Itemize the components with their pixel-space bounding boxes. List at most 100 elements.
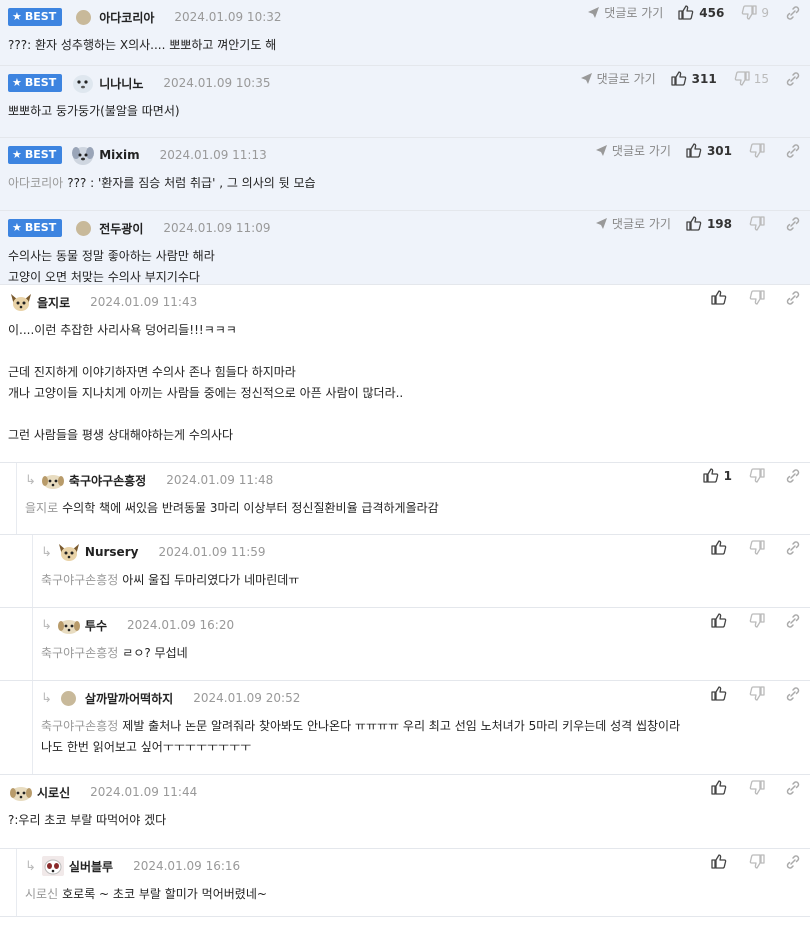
avatar[interactable] (8, 781, 34, 803)
comment-line: 개나 고양이들 지나치게 아끼는 사람들 중에는 정신적으로 아픈 사람이 많더… (8, 383, 800, 404)
copy-link-button[interactable] (785, 468, 800, 483)
comment-date: 2024.01.09 10:32 (174, 10, 282, 24)
reply-target-nick[interactable]: 아다코리아 (8, 176, 63, 190)
seal-avatar (73, 75, 94, 93)
reply-target-nick[interactable]: 시로신 (25, 887, 58, 901)
nickname[interactable]: 니나니노 (99, 75, 143, 92)
upvote-button[interactable] (710, 289, 732, 306)
reply-target-nick[interactable]: 축구야구손흥정 (41, 573, 118, 587)
copy-link-button[interactable] (785, 216, 800, 231)
copy-link-button[interactable] (785, 780, 800, 795)
send-icon (588, 7, 600, 18)
comment-header: ↳ Nursery 2024.01.09 11:59 (41, 542, 266, 562)
comment-body: 축구야구손흥정 ㄹㅇ? 무섭네 (41, 643, 800, 664)
best-comment: ★ BEST 니나니노 2024.01.09 10:35 댓글로 가기 311 15 뽀뽀하고… (0, 66, 810, 138)
goto-comment-link[interactable]: 댓글로 가기 (580, 70, 656, 87)
downvote-button[interactable] (748, 289, 769, 306)
comment-date: 2024.01.09 16:16 (133, 859, 241, 873)
reply-comment: ↳ Nursery 2024.01.09 11:59 축구야구손흥정 아씨 울집 두마리… (0, 535, 810, 608)
dot-avatar (61, 690, 77, 706)
reply-target-nick[interactable]: 축구야구손흥정 (41, 646, 118, 660)
comment-text: ??? : '환자를 짐승 처럼 취급' , 그 의사의 뒷 모습 (67, 176, 316, 190)
comment-actions: 1 (702, 467, 800, 484)
link-icon (786, 614, 800, 628)
reply-target-nick[interactable]: 을지로 (25, 501, 58, 515)
copy-link-button[interactable] (785, 143, 800, 158)
upvote-button[interactable] (710, 539, 732, 556)
nickname[interactable]: 투수 (85, 617, 107, 634)
goto-comment-link[interactable]: 댓글로 가기 (587, 4, 663, 21)
downvote-button[interactable] (748, 215, 769, 232)
downvote-button[interactable] (748, 142, 769, 159)
upvote-button[interactable] (710, 779, 732, 796)
comment-line (8, 341, 800, 362)
avatar[interactable] (56, 614, 82, 636)
upvote-button[interactable] (710, 853, 732, 870)
best-badge: ★ BEST (8, 146, 63, 164)
nickname[interactable]: 축구야구손흥정 (69, 472, 146, 489)
copy-link-button[interactable] (785, 686, 800, 701)
downvote-button[interactable] (748, 612, 769, 629)
reply-target-nick[interactable]: 축구야구손흥정 (41, 719, 118, 733)
comment-line: ???: 환자 성추행하는 X의사.... 뽀뽀하고 껴안기도 해 (8, 35, 800, 56)
comment-header: 을지로 2024.01.09 11:43 (8, 292, 197, 312)
downvote-button[interactable]: 15 (733, 70, 769, 87)
avatar[interactable] (40, 855, 66, 877)
downvote-button[interactable] (748, 539, 769, 556)
copy-link-button[interactable] (785, 540, 800, 555)
downvote-button[interactable]: 9 (740, 4, 769, 21)
thumbs-up-icon (686, 216, 702, 231)
comment-actions (710, 612, 800, 629)
comment-actions: 댓글로 가기 311 15 (580, 70, 800, 87)
comment-line: 시로신 호로록 ~ 초코 부랄 할미가 먹어버렸네~ (25, 884, 800, 905)
avatar[interactable] (70, 217, 96, 239)
copy-link-button[interactable] (785, 290, 800, 305)
upvote-button[interactable] (710, 685, 732, 702)
nickname[interactable]: 을지로 (37, 294, 70, 311)
avatar[interactable] (40, 469, 66, 491)
nickname[interactable]: 아다코리아 (99, 9, 154, 26)
upvote-button[interactable]: 1 (702, 467, 732, 484)
link-icon (786, 291, 800, 305)
downvote-button[interactable] (748, 685, 769, 702)
avatar[interactable] (70, 72, 96, 94)
best-badge: ★ BEST (8, 219, 63, 237)
thumbs-down-icon (749, 540, 765, 555)
upvote-button[interactable]: 198 (685, 215, 732, 232)
downvote-button[interactable] (748, 467, 769, 484)
downvote-button[interactable] (748, 779, 769, 796)
avatar[interactable] (70, 144, 96, 166)
copy-link-button[interactable] (785, 854, 800, 869)
thumbs-up-icon (711, 540, 727, 555)
avatar[interactable] (56, 541, 82, 563)
nickname[interactable]: 살까말까어떡하지 (85, 690, 173, 707)
reply-arrow-icon: ↳ (41, 690, 52, 706)
comment-header: ★ BEST 니나니노 2024.01.09 10:35 (8, 73, 270, 93)
avatar[interactable] (8, 291, 34, 313)
reply-arrow-icon: ↳ (41, 617, 52, 633)
nickname[interactable]: 실버블루 (69, 858, 113, 875)
upvote-count: 301 (706, 143, 732, 158)
avatar[interactable] (56, 687, 82, 709)
upvote-button[interactable]: 311 (670, 70, 717, 87)
goto-comment-link[interactable]: 댓글로 가기 (595, 215, 671, 232)
best-badge-label: BEST (24, 10, 57, 23)
nickname[interactable]: Mixim (99, 148, 139, 162)
copy-link-button[interactable] (785, 5, 800, 20)
upvote-button[interactable]: 301 (685, 142, 732, 159)
comment-actions: 댓글로 가기 198 (595, 215, 800, 232)
copy-link-button[interactable] (785, 613, 800, 628)
nickname[interactable]: 전두광이 (99, 220, 143, 237)
downvote-button[interactable] (748, 853, 769, 870)
avatar[interactable] (70, 6, 96, 28)
comment-body: 이....이런 추잡한 사리사욕 덩어리들!!!ㅋㅋㅋ 근데 진지하게 이야기하자… (8, 320, 800, 446)
nickname[interactable]: Nursery (85, 545, 139, 559)
comment-body: 을지로 수의학 책에 써있음 반려동물 3마리 이상부터 정신질환비율 급격하게올… (25, 498, 800, 519)
upvote-button[interactable] (710, 612, 732, 629)
upvote-button[interactable]: 456 (677, 4, 724, 21)
send-icon (595, 145, 607, 156)
comment-body: 아다코리아 ??? : '환자를 짐승 처럼 취급' , 그 의사의 뒷 모습 (8, 173, 800, 194)
nickname[interactable]: 시로신 (37, 784, 70, 801)
goto-comment-link[interactable]: 댓글로 가기 (595, 142, 671, 159)
copy-link-button[interactable] (785, 71, 800, 86)
